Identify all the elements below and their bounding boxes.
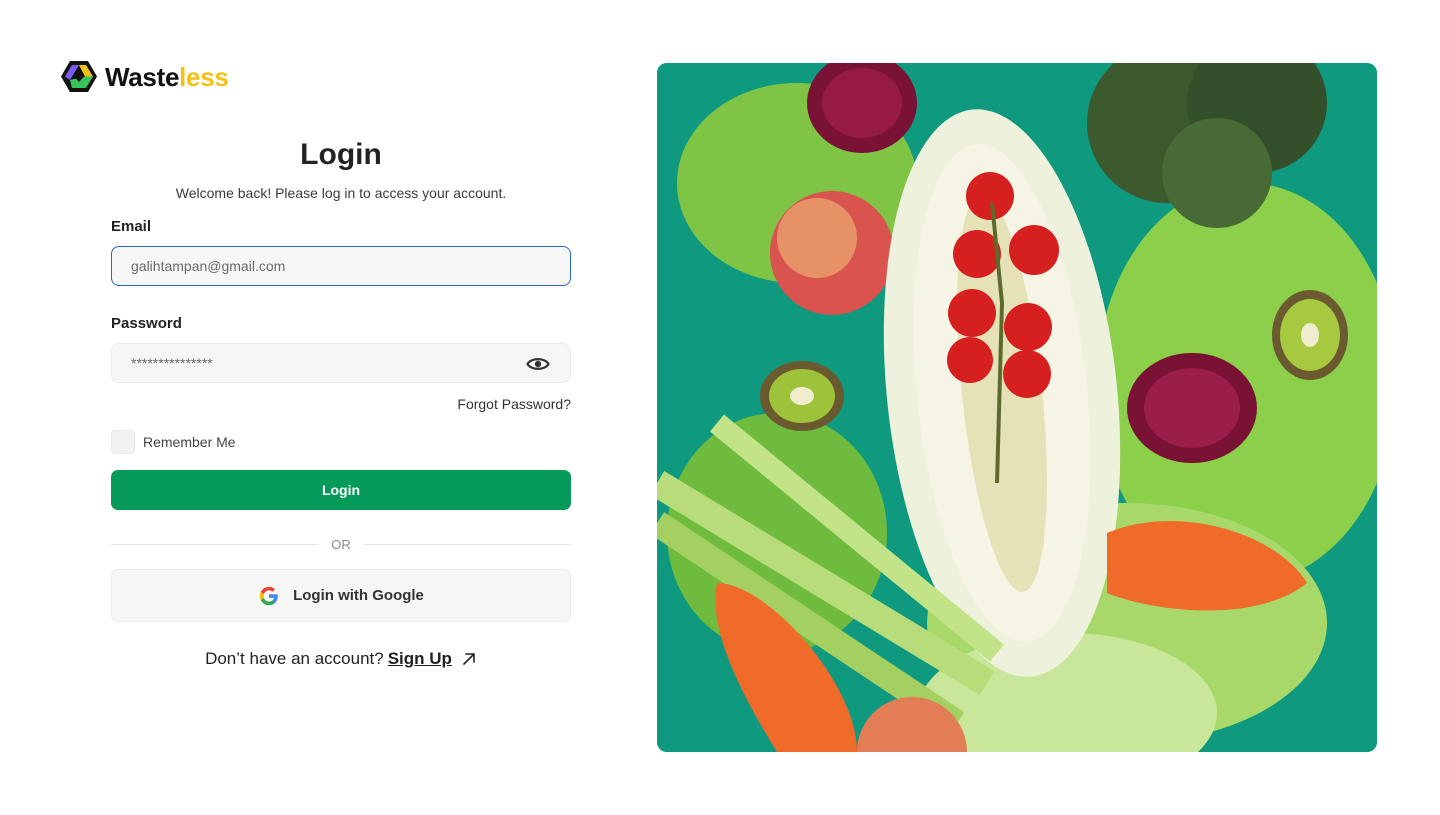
email-field-wrapper [111,246,571,286]
password-field-wrapper [111,343,571,383]
google-icon [259,586,278,605]
signup-prompt: Don’t have an account? [205,649,384,668]
google-login-button[interactable]: Login with Google [111,569,571,622]
vegetables-image [657,63,1377,752]
login-button[interactable]: Login [111,470,571,510]
remember-me-label[interactable]: Remember Me [143,434,236,450]
divider-line-right [363,543,571,545]
signup-row: Don’t have an account? Sign Up [111,649,571,669]
signup-link[interactable]: Sign Up [388,649,452,669]
password-label: Password [111,315,182,332]
email-field[interactable] [112,247,570,285]
login-form: Login Welcome back! Please log in to acc… [111,136,571,669]
brand-name: Wasteless [105,61,229,92]
eye-icon[interactable] [526,354,550,374]
hero-image [657,63,1377,752]
divider-text: OR [331,536,351,552]
or-divider: OR [111,534,571,554]
forgot-row: Forgot Password? [111,396,571,414]
email-label: Email [111,218,152,235]
remember-me-checkbox[interactable] [111,430,135,454]
arrow-up-right-icon[interactable] [461,651,477,667]
divider-line-left [111,543,319,545]
password-field[interactable] [112,344,570,382]
brand-logo[interactable]: Wasteless [60,59,229,94]
remember-me: Remember Me [111,430,571,454]
page-title: Login [300,138,382,171]
login-page: Wasteless Login Welcome back! Please log… [0,0,1440,815]
page-subtitle: Welcome back! Please log in to access yo… [175,185,507,201]
hexagon-logo-icon [61,61,97,92]
google-login-label: Login with Google [293,587,424,604]
forgot-password-link[interactable]: Forgot Password? [457,396,571,412]
